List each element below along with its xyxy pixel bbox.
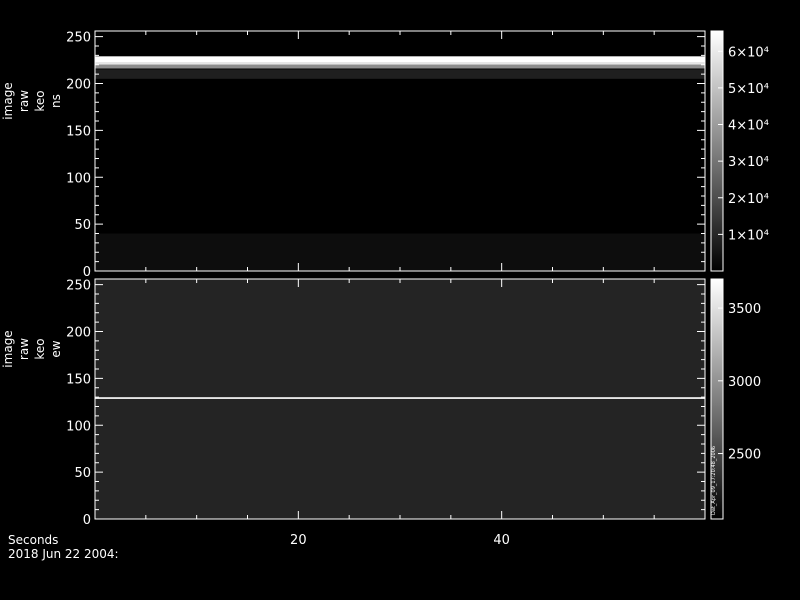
colorbar-tick-label: 5×10⁴	[728, 82, 769, 97]
y-tick-label: 50	[74, 218, 91, 233]
colorbar-tick-label: 3×10⁴	[728, 155, 769, 170]
y-tick-label: 250	[66, 31, 91, 46]
y-axis-label-line: raw	[17, 90, 31, 112]
y-axis-label-line: raw	[17, 338, 31, 360]
colorbar-tick-label: 2×10⁴	[728, 192, 769, 207]
y-axis-label-line: keo	[33, 338, 47, 359]
colorbar-tick-label: 3500	[728, 302, 761, 317]
keogram-figure: 050100150200250image raw keo ns6×10⁴5×10⁴4×…	[1, 30, 769, 561]
colorbar-tick-label: 3000	[728, 375, 761, 390]
y-axis-label-line: ew	[49, 340, 63, 357]
colorbar-tick-label: 1×10⁴	[728, 228, 769, 243]
y-tick-label: 50	[74, 466, 91, 481]
y-tick-label: 100	[66, 171, 91, 186]
intensity-band	[95, 64, 705, 69]
date-label: 2018 Jun 22 2004:	[8, 547, 119, 561]
y-tick-label: 200	[66, 326, 91, 341]
y-axis-label-line: keo	[33, 90, 47, 111]
x-tick-label: 20	[290, 533, 307, 548]
y-tick-label: 200	[66, 78, 91, 93]
y-axis-label-line: ns	[49, 94, 63, 108]
y-tick-label: 150	[66, 124, 91, 139]
intensity-band	[95, 233, 705, 271]
intensity-band	[95, 397, 705, 399]
intensity-band	[95, 69, 705, 79]
colorbar-tick-label: 4×10⁴	[728, 119, 769, 134]
x-tick-label: 40	[493, 533, 510, 548]
intensity-band	[95, 62, 705, 65]
y-tick-label: 100	[66, 419, 91, 434]
x-axis-title: Seconds	[8, 533, 58, 547]
colorbar	[711, 31, 723, 271]
panel-ns: 050100150200250image raw keo ns6×10⁴5×10⁴4×…	[1, 30, 769, 280]
colorbar-tick-label: 2500	[728, 448, 761, 463]
y-tick-label: 0	[83, 513, 91, 528]
y-tick-label: 150	[66, 372, 91, 387]
y-axis-label-line: image	[1, 82, 15, 119]
y-tick-label: 250	[66, 279, 91, 294]
y-axis-label-line: image	[1, 330, 15, 367]
colorbar-tick-label: 6×10⁴	[728, 45, 769, 60]
panel-ew: 0 50 100 150 200 250 image raw keo ew 3500 3000 2500…	[1, 278, 761, 528]
intensity-band	[95, 56, 705, 63]
file-stamp-note: Dat_Apr_09_17:20:48_2006	[711, 446, 717, 515]
